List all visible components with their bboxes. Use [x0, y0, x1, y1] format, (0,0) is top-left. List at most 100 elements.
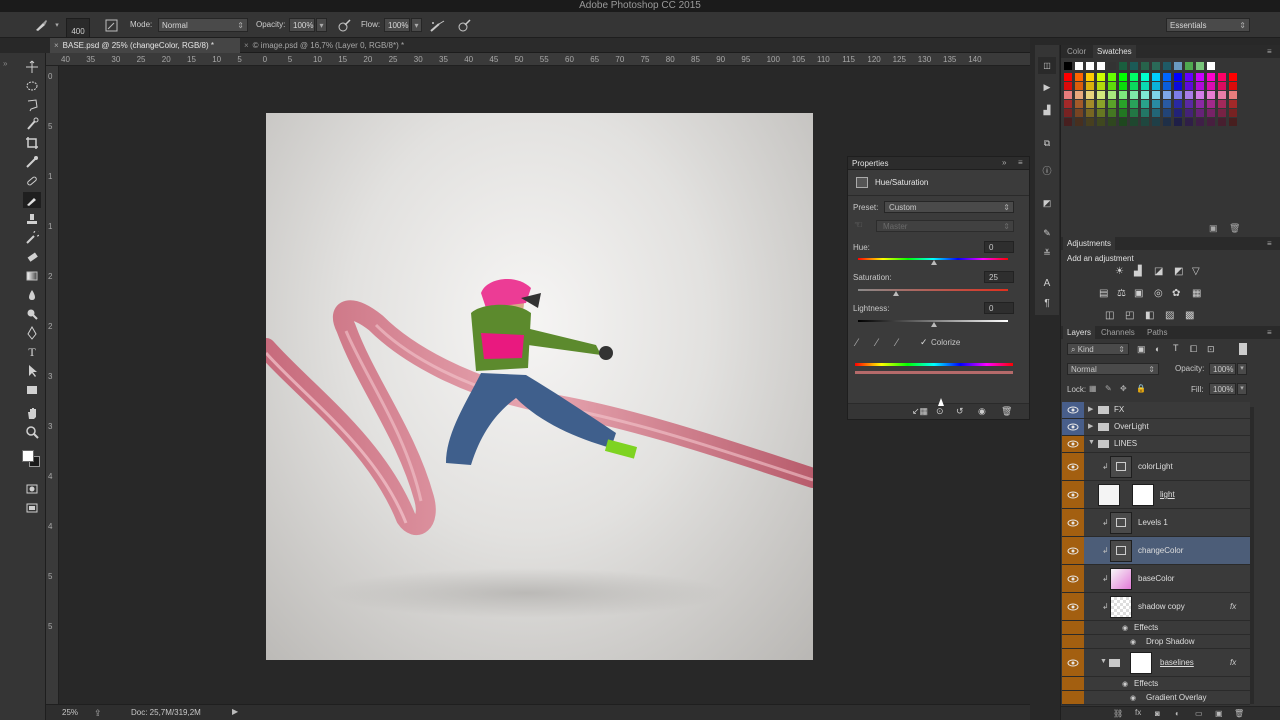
swatch[interactable]	[1064, 118, 1072, 126]
swatch[interactable]	[1108, 109, 1116, 117]
new-swatch-icon[interactable]: ▣	[1209, 223, 1218, 234]
swatch[interactable]	[1174, 118, 1182, 126]
swatch[interactable]	[1218, 100, 1226, 108]
swatch[interactable]	[1064, 82, 1072, 90]
vibrance-icon[interactable]: ▽	[1192, 266, 1200, 277]
healing-brush-tool-icon[interactable]	[23, 173, 41, 189]
swatch[interactable]	[1130, 118, 1138, 126]
fill-chevron-icon[interactable]: ▾	[1237, 383, 1247, 395]
layer-effect-row[interactable]: ◉ Drop Shadow	[1062, 635, 1250, 649]
levels-icon[interactable]: ▟	[1038, 102, 1056, 119]
lasso-tool-icon[interactable]	[23, 97, 41, 113]
photo-filter-icon[interactable]: ◎	[1154, 288, 1163, 299]
close-icon[interactable]: ×	[54, 41, 59, 50]
info-icon[interactable]: ⓘ	[1038, 162, 1056, 179]
gradient-map-icon[interactable]: ▨	[1165, 310, 1174, 321]
swatch[interactable]	[1119, 73, 1127, 81]
flow-chevron-icon[interactable]: ▾	[411, 18, 422, 32]
lightness-slider-handle[interactable]	[931, 322, 937, 327]
swatch[interactable]	[1097, 100, 1105, 108]
lock-transparent-icon[interactable]: ▦	[1089, 384, 1097, 393]
targeted-adjust-icon[interactable]: ☜	[854, 220, 868, 233]
swatch[interactable]	[1141, 82, 1149, 90]
trash-icon[interactable]: 🗑	[1234, 709, 1244, 718]
effect-visibility-icon[interactable]: ◉	[1122, 680, 1128, 688]
visibility-eye-icon[interactable]	[1062, 453, 1084, 480]
brush-panel-icon[interactable]	[104, 18, 118, 32]
swatch[interactable]	[1152, 91, 1160, 99]
path-selection-tool-icon[interactable]	[23, 363, 41, 379]
visibility-eye-icon[interactable]: ◉	[978, 406, 986, 417]
dodge-tool-icon[interactable]	[23, 306, 41, 322]
gradient-tool-icon[interactable]	[23, 268, 41, 284]
swatch[interactable]	[1196, 73, 1204, 81]
swatch[interactable]	[1207, 91, 1215, 99]
panel-menu-icon[interactable]: ≡	[1267, 47, 1272, 56]
layer-mask-thumbnail[interactable]	[1132, 484, 1154, 506]
effect-visibility-icon[interactable]: ◉	[1130, 638, 1136, 646]
trash-icon[interactable]: 🗑	[1001, 406, 1012, 417]
layer-row[interactable]: ↲ fx shadow copy	[1062, 593, 1250, 621]
swatch[interactable]	[1075, 100, 1083, 108]
swatch[interactable]	[1108, 62, 1116, 70]
opacity-input[interactable]: 100%	[289, 18, 315, 32]
zoom-level[interactable]: 25%	[62, 708, 78, 717]
saturation-slider-track[interactable]	[858, 289, 1008, 291]
layer-row[interactable]: ▼ fx baselines	[1062, 649, 1250, 677]
layer-effect-row[interactable]: ◉ Effects	[1062, 621, 1250, 635]
swatch[interactable]	[1152, 73, 1160, 81]
visibility-eye-icon[interactable]	[1062, 436, 1084, 452]
swatch[interactable]	[1185, 82, 1193, 90]
airbrush-icon[interactable]	[429, 18, 445, 33]
paragraph-icon[interactable]: ¶	[1038, 295, 1056, 312]
document-canvas[interactable]	[266, 113, 813, 660]
swatch[interactable]	[1086, 118, 1094, 126]
swatch[interactable]	[1207, 62, 1215, 70]
visibility-eye-icon[interactable]	[1062, 649, 1084, 676]
layer-effect-row[interactable]: ◉ Gradient Overlay	[1062, 691, 1250, 705]
swatch[interactable]	[1064, 100, 1072, 108]
rectangle-tool-icon[interactable]	[23, 382, 41, 398]
swatch[interactable]	[1097, 118, 1105, 126]
move-tool-icon[interactable]	[23, 59, 41, 75]
layer-row[interactable]: ↲ colorLight	[1062, 453, 1250, 481]
tab-image-psd[interactable]: × © image.psd @ 16,7% (Layer 0, RGB/8*) *	[240, 38, 430, 53]
layer-row[interactable]: ▶ OverLight	[1062, 419, 1250, 436]
brush-size-picker[interactable]: 400	[66, 18, 90, 38]
layer-effects-icon[interactable]: fx	[1230, 658, 1236, 667]
swatch[interactable]	[1152, 118, 1160, 126]
layer-effects-icon[interactable]: fx	[1230, 602, 1236, 611]
new-layer-icon[interactable]: ▣	[1215, 709, 1223, 718]
new-group-icon[interactable]: ▭	[1195, 709, 1203, 718]
swatch[interactable]	[1119, 118, 1127, 126]
swatch[interactable]	[1229, 118, 1237, 126]
visibility-eye-icon[interactable]	[1062, 481, 1084, 508]
tab-color[interactable]: Color	[1063, 45, 1090, 58]
layer-thumbnail[interactable]	[1110, 540, 1132, 562]
selective-color-icon[interactable]: ▩	[1185, 310, 1194, 321]
layer-row[interactable]: ↲light	[1062, 481, 1250, 509]
layer-row[interactable]: ↲ changeColor	[1062, 537, 1250, 565]
clone-source-icon[interactable]: ⧉	[1038, 135, 1056, 152]
layer-thumbnail[interactable]	[1110, 568, 1132, 590]
swatch[interactable]	[1185, 109, 1193, 117]
lock-pixels-icon[interactable]: ✎	[1105, 384, 1112, 393]
color-lookup-icon[interactable]: ▦	[1192, 288, 1201, 299]
swatch[interactable]	[1064, 62, 1072, 70]
layer-row[interactable]: ▶ FX	[1062, 402, 1250, 419]
swatch[interactable]	[1229, 73, 1237, 81]
marquee-tool-icon[interactable]	[23, 78, 41, 94]
swatch[interactable]	[1075, 73, 1083, 81]
workspace-switcher[interactable]: Essentials ⇕	[1166, 18, 1250, 32]
swatch[interactable]	[1075, 118, 1083, 126]
status-menu-icon[interactable]: ▶	[232, 707, 238, 716]
swatch[interactable]	[1174, 100, 1182, 108]
swatch[interactable]	[1174, 109, 1182, 117]
swatch[interactable]	[1108, 82, 1116, 90]
swatch[interactable]	[1174, 62, 1182, 70]
eyedropper-icon[interactable]: ⁄	[856, 337, 858, 349]
preset-select[interactable]: Custom ⇕	[884, 201, 1014, 213]
flow-input[interactable]: 100%	[384, 18, 410, 32]
blend-mode-select[interactable]: Normal ⇕	[1067, 363, 1159, 375]
properties-title[interactable]: Properties	[852, 159, 888, 168]
